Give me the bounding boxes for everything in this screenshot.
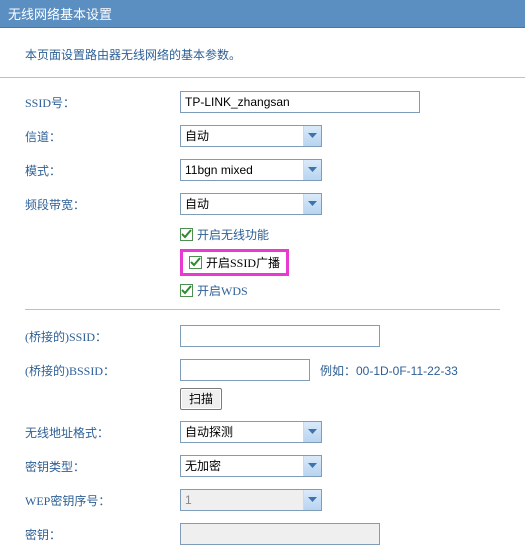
key-input[interactable] xyxy=(180,523,380,545)
addr-format-select-value: 自动探测 xyxy=(181,422,303,442)
mode-select[interactable]: 11bgn mixed xyxy=(180,159,322,181)
chevron-down-icon xyxy=(303,490,321,510)
wds-settings-section: (桥接的)SSID： (桥接的)BSSID： 例如：00-1D-0F-11-22… xyxy=(0,324,525,546)
bridge-ssid-label: (桥接的)SSID： xyxy=(25,328,180,345)
enable-wireless-label: 开启无线功能 xyxy=(197,226,269,243)
mode-label: 模式： xyxy=(25,162,180,179)
channel-label: 信道： xyxy=(25,128,180,145)
bandwidth-select-value: 自动 xyxy=(181,194,303,214)
chevron-down-icon xyxy=(303,194,321,214)
enable-wds-checkbox[interactable] xyxy=(180,284,193,297)
chevron-down-icon xyxy=(303,160,321,180)
addr-format-select[interactable]: 自动探测 xyxy=(180,421,322,443)
bssid-hint: 例如：00-1D-0F-11-22-33 xyxy=(320,362,458,379)
wep-index-label: WEP密钥序号： xyxy=(25,492,180,509)
check-icon xyxy=(181,285,192,296)
key-label: 密钥： xyxy=(25,526,180,543)
enable-ssid-broadcast-checkbox[interactable] xyxy=(189,256,202,269)
chevron-down-icon xyxy=(303,456,321,476)
channel-select[interactable]: 自动 xyxy=(180,125,322,147)
addr-format-label: 无线地址格式： xyxy=(25,424,180,441)
key-type-select[interactable]: 无加密 xyxy=(180,455,322,477)
basic-settings-section: SSID号： 信道： 自动 模式： 11bgn mixed 频段带宽： xyxy=(0,78,525,299)
scan-button[interactable]: 扫描 xyxy=(180,388,222,410)
key-type-label: 密钥类型： xyxy=(25,458,180,475)
wep-index-select-value: 1 xyxy=(181,490,303,510)
bridge-bssid-input[interactable] xyxy=(180,359,310,381)
channel-select-value: 自动 xyxy=(181,126,303,146)
bandwidth-label: 频段带宽： xyxy=(25,196,180,213)
chevron-down-icon xyxy=(303,126,321,146)
bridge-ssid-input[interactable] xyxy=(180,325,380,347)
wep-index-select[interactable]: 1 xyxy=(180,489,322,511)
section-divider xyxy=(25,309,500,310)
key-type-select-value: 无加密 xyxy=(181,456,303,476)
page-title: 无线网络基本设置 xyxy=(0,0,525,28)
enable-ssid-broadcast-label: 开启SSID广播 xyxy=(206,254,280,271)
bridge-bssid-label: (桥接的)BSSID： xyxy=(25,362,180,379)
mode-select-value: 11bgn mixed xyxy=(181,160,303,180)
page-instruction: 本页面设置路由器无线网络的基本参数。 xyxy=(0,28,525,78)
ssid-broadcast-highlight: 开启SSID广播 xyxy=(180,249,289,276)
check-icon xyxy=(190,257,201,268)
bandwidth-select[interactable]: 自动 xyxy=(180,193,322,215)
enable-wds-label: 开启WDS xyxy=(197,282,248,299)
check-icon xyxy=(181,229,192,240)
chevron-down-icon xyxy=(303,422,321,442)
ssid-input[interactable] xyxy=(180,91,420,113)
ssid-label: SSID号： xyxy=(25,94,180,111)
enable-wireless-checkbox[interactable] xyxy=(180,228,193,241)
wireless-settings-panel: 无线网络基本设置 本页面设置路由器无线网络的基本参数。 SSID号： 信道： 自… xyxy=(0,0,525,509)
